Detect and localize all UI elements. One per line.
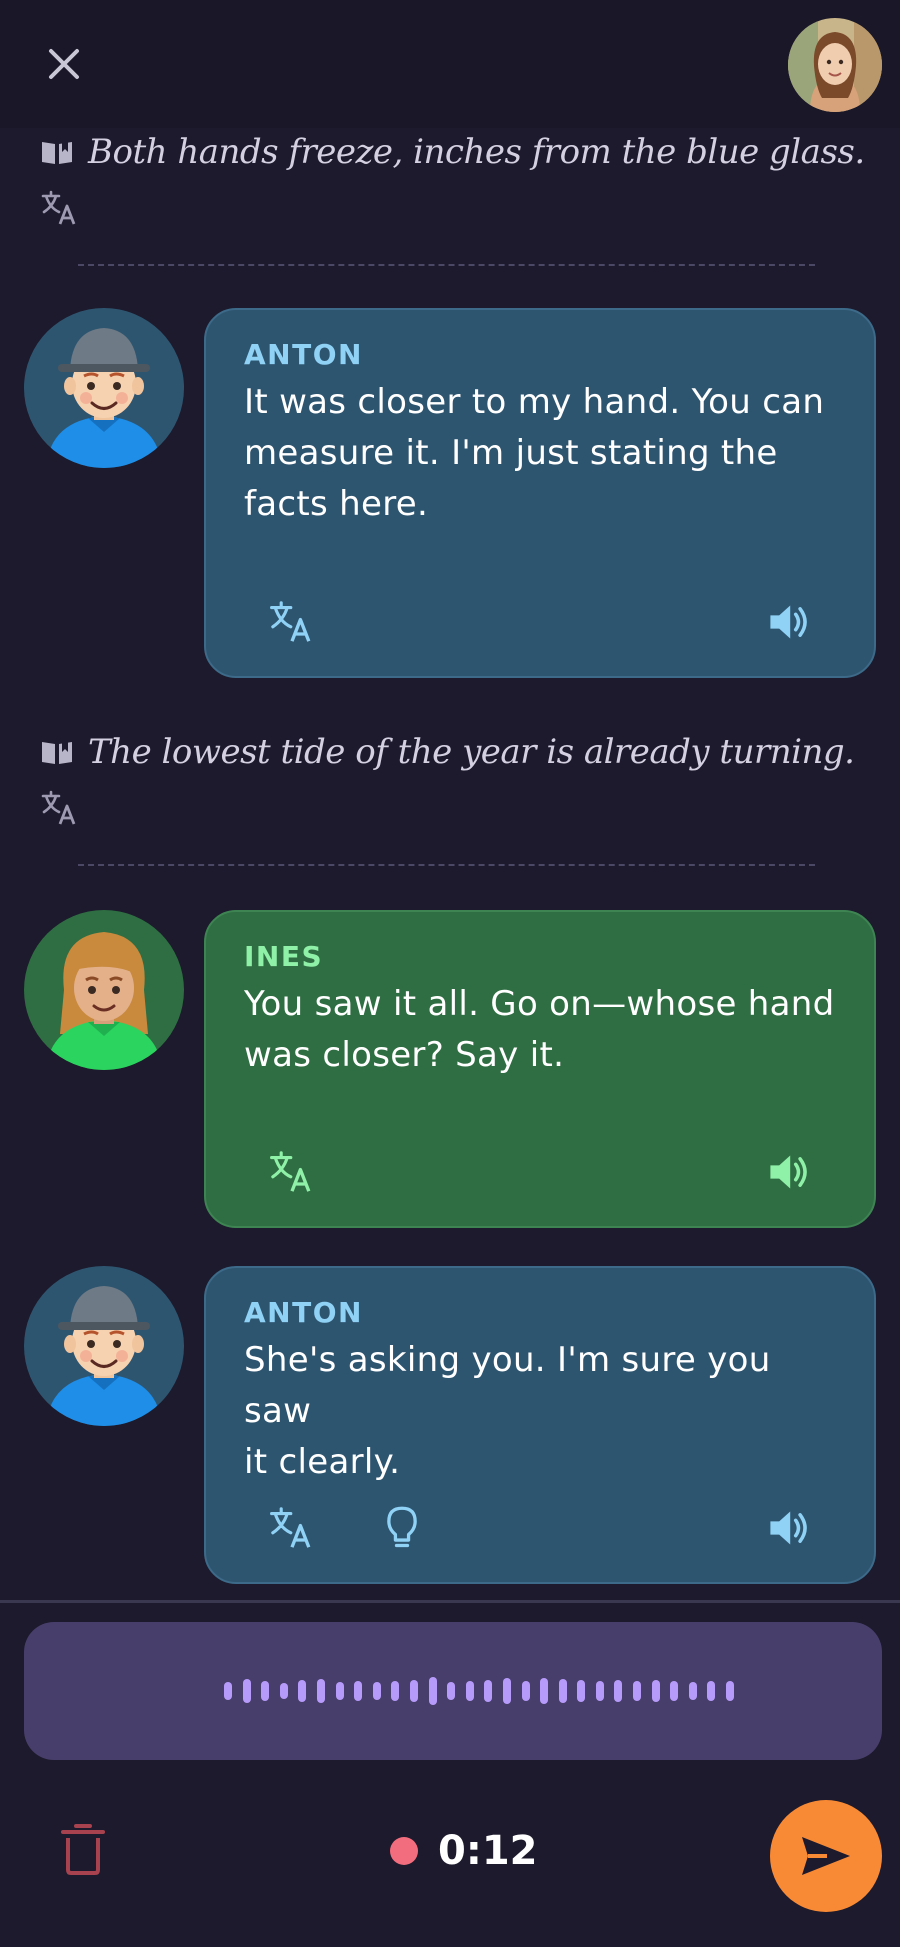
message-line: She's asking you. I'm sure you saw: [244, 1340, 771, 1431]
voice-recording-panel: [24, 1622, 882, 1760]
send-button[interactable]: [770, 1800, 882, 1912]
speaker-icon: [770, 605, 807, 639]
trash-icon: [61, 1824, 105, 1875]
recording-indicator: [390, 1837, 418, 1865]
narration-text: Both hands freeze, inches from the blue …: [88, 132, 865, 172]
play-audio-button[interactable]: [762, 596, 814, 648]
book-icon: [42, 142, 72, 164]
play-audio-button[interactable]: [762, 1502, 814, 1554]
message-line: It was closer to my hand. You can: [244, 382, 825, 422]
translate-button[interactable]: [266, 596, 318, 648]
delete-recording-button[interactable]: [60, 1822, 106, 1876]
avatar-anton: [24, 1266, 184, 1426]
narration-block: Both hands freeze, inches from the blue …: [40, 128, 880, 232]
play-audio-button[interactable]: [762, 1146, 814, 1198]
user-avatar[interactable]: [788, 18, 882, 112]
message-bubble: ANTON She's asking you. I'm sure you saw…: [204, 1266, 876, 1584]
message-line: You saw it all. Go on—whose hand: [244, 984, 835, 1024]
avatar-anton: [24, 308, 184, 468]
translate-button[interactable]: [266, 1146, 318, 1198]
hint-button[interactable]: [376, 1502, 428, 1554]
message-line: facts here.: [244, 484, 429, 524]
divider-dashed: [78, 864, 815, 866]
message-line: was closer? Say it.: [244, 1035, 565, 1075]
top-bar: [0, 0, 900, 128]
message-line: measure it. I'm just stating the: [244, 433, 778, 473]
translate-icon: [270, 1507, 311, 1548]
translate-button[interactable]: [266, 1502, 318, 1554]
translate-icon[interactable]: [40, 788, 80, 828]
speaker-name: INES: [244, 940, 324, 973]
close-icon: [49, 49, 79, 79]
message-bubble: ANTON It was closer to my hand. You can …: [204, 308, 876, 678]
speaker-name: ANTON: [244, 338, 363, 371]
conversation-feed[interactable]: Both hands freeze, inches from the blue …: [0, 128, 900, 1600]
narration-text: The lowest tide of the year is already t…: [88, 732, 855, 772]
message-line: it clearly.: [244, 1442, 401, 1482]
audio-waveform: [224, 1622, 745, 1760]
recording-status: 0:12: [390, 1826, 538, 1876]
send-icon: [802, 1837, 850, 1875]
book-icon: [42, 742, 72, 764]
recording-timer: 0:12: [438, 1828, 538, 1874]
speaker-icon: [770, 1511, 807, 1545]
narration-block: The lowest tide of the year is already t…: [40, 728, 880, 832]
avatar-ines: [24, 910, 184, 1070]
translate-icon[interactable]: [40, 188, 80, 228]
lightbulb-icon: [387, 1506, 417, 1548]
close-button[interactable]: [40, 40, 88, 88]
speaker-icon: [770, 1155, 807, 1189]
translate-icon: [270, 601, 311, 642]
translate-icon: [270, 1151, 311, 1192]
speaker-name: ANTON: [244, 1296, 363, 1329]
message-bubble: INES You saw it all. Go on—whose hand wa…: [204, 910, 876, 1228]
composer-divider: [0, 1600, 900, 1603]
divider-dashed: [78, 264, 815, 266]
